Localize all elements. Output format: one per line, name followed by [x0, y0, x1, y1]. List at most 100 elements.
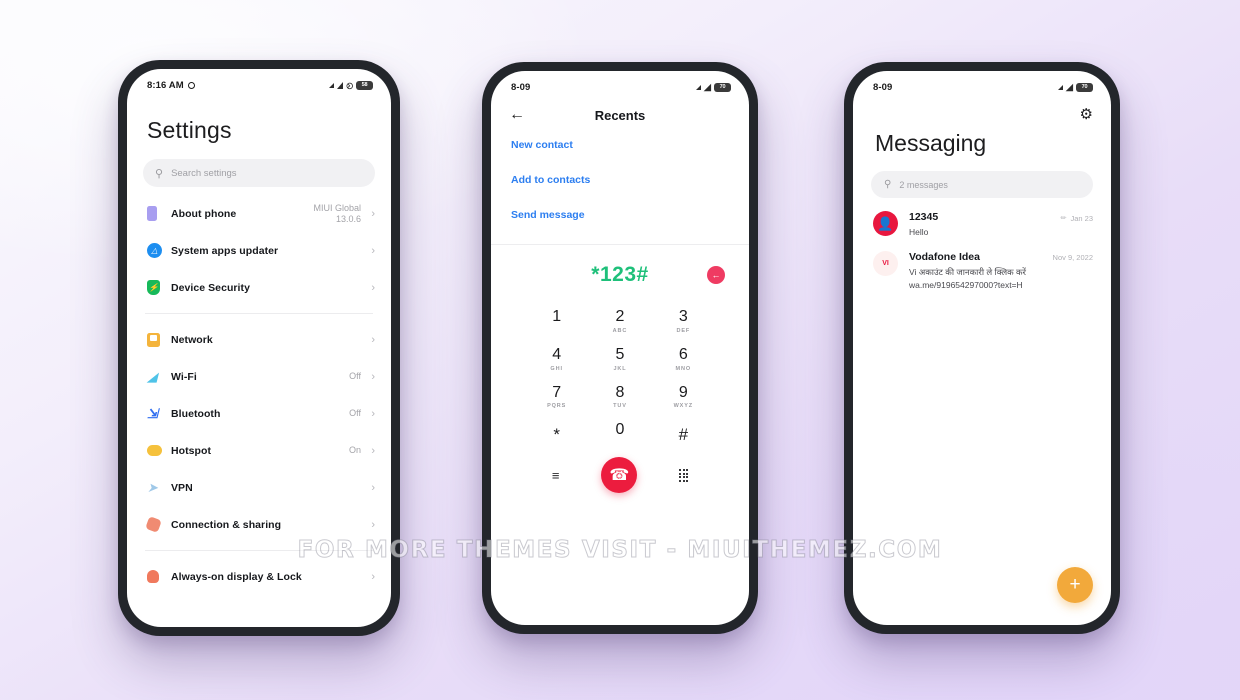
sidebar-item-system-apps-updater[interactable]: △ System apps updater ›	[127, 232, 391, 269]
dialer-phone-device: 8-09 ◢ 70 ← Recents New contact Add to c…	[482, 62, 758, 634]
phones-scene: 8:16 AM ◴ 58 Settings ⚲ Search settings	[0, 0, 1240, 700]
settings-phone-device: 8:16 AM ◴ 58 Settings ⚲ Search settings	[118, 60, 400, 636]
keypad-digit: 3	[678, 308, 688, 325]
search-icon: ⚲	[884, 179, 892, 190]
sidebar-item-vpn[interactable]: ➤ VPN ›	[127, 469, 391, 506]
keypad-row: 7 PQRS 8 TUV 9 WXYZ	[525, 379, 715, 417]
keypad-key-star[interactable]: *	[525, 416, 588, 449]
sidebar-item-hotspot[interactable]: Hotspot On ›	[127, 432, 391, 469]
chevron-right-icon: ›	[371, 281, 375, 294]
sidebar-item-label: About phone	[171, 207, 237, 220]
keypad-key-hash[interactable]: #	[652, 416, 715, 449]
sidebar-item-always-on-display[interactable]: Always-on display & Lock ›	[127, 558, 391, 595]
new-contact-button[interactable]: New contact	[511, 139, 749, 151]
sidebar-item-label: Always-on display & Lock	[171, 570, 302, 583]
statusbar-right: ◴ 58	[328, 79, 373, 91]
sidebar-item-connection-sharing[interactable]: Connection & sharing ›	[127, 506, 391, 543]
vpn-icon: ➤	[147, 480, 158, 495]
keypad-key-5[interactable]: 5 JKL	[588, 341, 651, 379]
battery-icon: 70	[714, 82, 731, 92]
thread-preview: Vi अकाउंट की जानकारी ले क्लिक करें wa.me…	[909, 267, 1026, 290]
keypad-key-1[interactable]: 1	[525, 303, 588, 341]
signal-bars-icon	[695, 84, 701, 90]
wifi-icon: ◢	[1065, 81, 1073, 92]
dialed-number-display[interactable]: *123#	[591, 263, 648, 287]
list-divider	[145, 313, 373, 314]
send-message-button[interactable]: Send message	[511, 209, 749, 221]
search-input[interactable]: ⚲ 2 messages	[871, 171, 1093, 198]
keypad-grid-icon[interactable]	[679, 469, 689, 482]
list-item[interactable]: VI Vodafone Idea Nov 9, 2022 Vi अकाउंट क…	[853, 238, 1111, 291]
bluetooth-icon: ⇲	[147, 406, 158, 421]
keypad-key-6[interactable]: 6 MNO	[652, 341, 715, 379]
page-title: Recents	[594, 107, 646, 123]
keypad-digit: 9	[678, 383, 688, 401]
add-to-contacts-button[interactable]: Add to contacts	[511, 174, 749, 186]
sidebar-item-label: Hotspot	[171, 444, 212, 457]
sidebar-item-wifi[interactable]: ◢ Wi-Fi Off ›	[127, 358, 391, 395]
keypad-digit: #	[678, 425, 689, 445]
sidebar-item-bluetooth[interactable]: ⇲ Bluetooth Off ›	[127, 395, 391, 432]
messaging-statusbar: 8-09 ◢ 70	[853, 71, 1111, 97]
plus-icon: +	[1069, 574, 1081, 595]
statusbar-time: 8:16 AM	[147, 79, 184, 91]
keypad-key-9[interactable]: 9 WXYZ	[652, 379, 715, 417]
chevron-right-icon: ›	[371, 444, 375, 457]
sidebar-item-about-phone[interactable]: About phone MIUI Global 13.0.6 ›	[127, 195, 391, 232]
thread-head: 12345 ✎ Jan 23	[909, 211, 1093, 223]
search-input[interactable]: ⚲ Search settings	[143, 159, 375, 187]
wifi-icon: ◢	[147, 369, 157, 384]
vi-logo-icon: VI	[873, 251, 898, 277]
chevron-right-icon: ›	[371, 481, 375, 494]
keypad-digit: 4	[552, 345, 562, 363]
always-on-display-icon	[147, 570, 171, 583]
call-button[interactable]: ☎	[601, 457, 638, 494]
keypad-sublabel	[525, 328, 588, 335]
system-updater-icon: △	[147, 243, 171, 258]
keypad-key-8[interactable]: 8 TUV	[588, 379, 651, 417]
dialer-bottom-bar: ≡ ☎	[491, 449, 749, 494]
sidebar-item-value: MIUI Global 13.0.6	[313, 203, 361, 224]
battery-icon: 70	[1076, 82, 1093, 92]
keypad-key-2[interactable]: 2 ABC	[588, 303, 651, 341]
dialer-divider	[491, 244, 749, 245]
sidebar-item-value: On	[348, 445, 361, 456]
sidebar-item-network[interactable]: Network ›	[127, 321, 391, 358]
thread-name: Vodafone Idea	[909, 251, 980, 264]
statusbar-time: 8-09	[511, 81, 531, 93]
sidebar-item-label: Network	[171, 333, 213, 346]
sidebar-item-value: Off	[349, 371, 361, 382]
menu-lines-icon[interactable]: ≡	[552, 468, 560, 483]
sidebar-item-label: Connection & sharing	[171, 518, 282, 531]
new-message-fab[interactable]: +	[1057, 567, 1093, 603]
backspace-icon[interactable]: ←	[707, 266, 725, 284]
thread-meta: ✎ Jan 23	[1059, 213, 1093, 223]
sidebar-item-label: Bluetooth	[171, 407, 221, 420]
keypad-key-3[interactable]: 3 DEF	[652, 303, 715, 341]
keypad-key-7[interactable]: 7 PQRS	[525, 379, 588, 417]
gear-icon[interactable]: ⚙	[1080, 107, 1093, 122]
network-sim-icon	[147, 332, 171, 347]
list-item[interactable]: 👤 12345 ✎ Jan 23 Hello	[853, 198, 1111, 238]
keypad-digit: 5	[615, 345, 625, 363]
thread-body: 12345 ✎ Jan 23 Hello	[909, 211, 1093, 238]
search-icon: ⚲	[155, 167, 164, 180]
keypad-key-4[interactable]: 4 GHI	[525, 341, 588, 379]
keypad-key-0[interactable]: 0	[588, 416, 651, 449]
sidebar-item-label: System apps updater	[171, 244, 279, 257]
call-handset-icon: ☎	[609, 467, 630, 485]
pencil-icon: ✎	[1059, 213, 1069, 223]
keypad-sublabel: PQRS	[547, 403, 567, 410]
keypad-digit: 6	[678, 345, 688, 363]
keypad-digit: 7	[552, 383, 562, 401]
sidebar-item-value: Off	[349, 408, 361, 419]
chevron-right-icon: ›	[371, 570, 375, 583]
thread-date: Jan 23	[1070, 213, 1093, 223]
statusbar-right: ◢ 70	[1057, 81, 1093, 92]
dialer-keypad: 1 2 ABC 3 DEF 4 GHI 5 JKL 6 MNO 7 PQRS 8…	[491, 297, 749, 449]
sidebar-item-device-security[interactable]: ⚡ Device Security ›	[127, 269, 391, 306]
statusbar-left: 8-09	[511, 82, 530, 93]
keypad-row: 4 GHI 5 JKL 6 MNO	[525, 341, 715, 379]
chevron-right-icon: ›	[371, 370, 375, 383]
messaging-header: ⚙	[853, 97, 1111, 122]
